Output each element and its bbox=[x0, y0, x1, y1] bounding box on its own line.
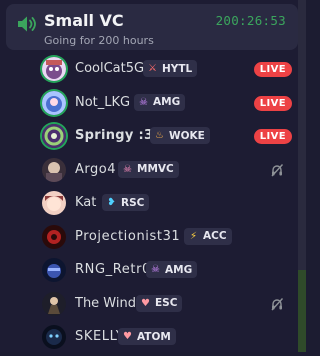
server-tag-label: AMG bbox=[153, 96, 181, 108]
server-tag-label: MMVC bbox=[137, 163, 174, 175]
avatar bbox=[42, 191, 66, 215]
member-name: Not_LKG bbox=[75, 94, 131, 110]
skull-icon: ☠ bbox=[151, 264, 160, 275]
server-tag[interactable]: ⚔ HYTL bbox=[143, 60, 198, 77]
skull-icon: ☠ bbox=[123, 163, 132, 175]
member-name: SKELLY bbox=[75, 329, 125, 344]
member-name: Kat bbox=[75, 195, 97, 210]
server-tag-label: RSC bbox=[121, 196, 145, 209]
member-row[interactable]: Springy :3 ♨ WOKE LIVE bbox=[30, 121, 296, 152]
member-row[interactable]: Kat ❥ RSC bbox=[30, 188, 296, 219]
avatar bbox=[42, 325, 66, 349]
member-name: RNG_Retr0 bbox=[75, 262, 151, 277]
member-name: The Wind bbox=[75, 295, 136, 311]
member-row[interactable]: Argo4 ☠ MMVC bbox=[30, 155, 296, 186]
server-tag[interactable]: ☠ AMG bbox=[146, 261, 198, 278]
avatar bbox=[42, 57, 66, 81]
server-tag-label: ATOM bbox=[137, 330, 171, 343]
member-name: Projectionist31 bbox=[75, 228, 181, 244]
server-tag-label: ESC bbox=[155, 297, 178, 309]
deafened-icon bbox=[271, 297, 284, 310]
avatar bbox=[42, 157, 66, 182]
leaf-icon: ❥ bbox=[107, 197, 116, 208]
server-tag-label: AMG bbox=[165, 263, 193, 276]
voice-channel-panel: Small VC 200:26:53 Going for 200 hours C… bbox=[0, 0, 306, 352]
bolt-icon: ⚡ bbox=[189, 230, 198, 242]
scrollbar[interactable] bbox=[298, 0, 306, 352]
member-row[interactable]: Not_LKG ☠ AMG LIVE bbox=[30, 88, 296, 119]
member-row[interactable]: RNG_Retr0 ☠ AMG bbox=[30, 255, 296, 286]
live-badge[interactable]: LIVE bbox=[253, 62, 292, 77]
avatar bbox=[42, 258, 66, 282]
member-name: CoolCat5G bbox=[75, 61, 145, 76]
avatar bbox=[42, 291, 66, 316]
server-tag-label: WOKE bbox=[169, 129, 205, 142]
server-tag[interactable]: ♨ WOKE bbox=[150, 127, 210, 144]
channel-name: Small VC bbox=[44, 11, 124, 30]
flame-icon: ♨ bbox=[155, 130, 164, 141]
avatar bbox=[42, 90, 66, 115]
heart-icon: ♥ bbox=[141, 297, 150, 309]
member-name: Argo4 bbox=[75, 161, 116, 177]
scrollbar-accent bbox=[298, 270, 306, 352]
speaker-icon bbox=[18, 16, 36, 32]
server-tag[interactable]: ☠ MMVC bbox=[118, 160, 179, 178]
server-tag[interactable]: ⚡ ACC bbox=[184, 227, 232, 245]
server-tag[interactable]: ♥ ATOM bbox=[118, 328, 176, 345]
server-tag[interactable]: ☠ AMG bbox=[134, 93, 186, 111]
member-row[interactable]: Projectionist31 ⚡ ACC bbox=[30, 222, 296, 253]
member-row[interactable]: The Wind ♥ ESC bbox=[30, 289, 296, 320]
server-tag[interactable]: ♥ ESC bbox=[136, 294, 183, 312]
heart-icon: ♥ bbox=[123, 331, 132, 342]
member-row[interactable]: CoolCat5G ⚔ HYTL LIVE bbox=[30, 54, 296, 85]
member-name: Springy :3 bbox=[75, 128, 154, 143]
avatar bbox=[42, 124, 66, 148]
call-duration: 200:26:53 bbox=[215, 13, 286, 28]
server-tag-label: ACC bbox=[203, 230, 227, 242]
channel-status: Going for 200 hours bbox=[44, 34, 154, 47]
member-list: CoolCat5G ⚔ HYTL LIVE Not_LKG ☠ AMG LIVE bbox=[30, 54, 296, 356]
server-tag-label: HYTL bbox=[162, 62, 193, 75]
sword-icon: ⚔ bbox=[148, 63, 157, 74]
live-badge[interactable]: LIVE bbox=[253, 129, 292, 144]
member-row[interactable]: SKELLY ♥ ATOM bbox=[30, 322, 296, 353]
skull-icon: ☠ bbox=[139, 96, 148, 108]
voice-channel-header[interactable]: Small VC 200:26:53 Going for 200 hours bbox=[6, 4, 298, 50]
avatar bbox=[42, 224, 66, 249]
deafened-icon bbox=[271, 163, 284, 176]
live-badge[interactable]: LIVE bbox=[253, 95, 292, 111]
server-tag[interactable]: ❥ RSC bbox=[102, 194, 150, 211]
